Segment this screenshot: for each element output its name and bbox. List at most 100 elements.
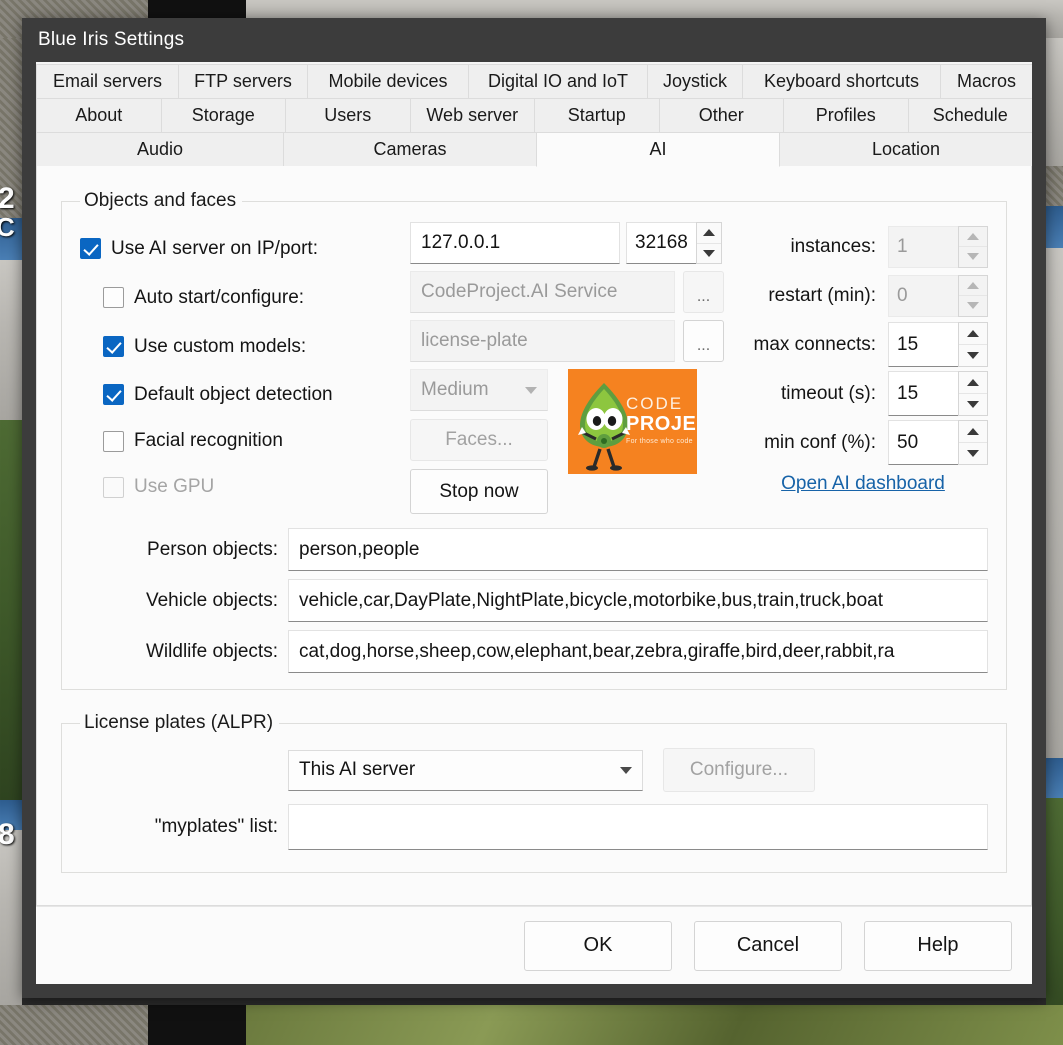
- tab-ai[interactable]: AI: [536, 132, 780, 167]
- myplates-label: "myplates" list:: [154, 816, 278, 837]
- detection-size-combo[interactable]: Medium: [410, 369, 548, 411]
- timeout-spinner[interactable]: 15: [888, 371, 988, 416]
- ai-server-port-input[interactable]: 32168: [626, 222, 696, 264]
- facial-recognition-checkbox[interactable]: [103, 430, 124, 452]
- min-conf-spin-down-button[interactable]: [959, 442, 987, 464]
- facial-recognition-label: Facial recognition: [134, 430, 283, 451]
- open-ai-dashboard-link[interactable]: Open AI dashboard: [781, 473, 945, 495]
- timeout-spin-down-button[interactable]: [959, 393, 987, 415]
- tab-about[interactable]: About: [36, 98, 162, 133]
- custom-models-browse-button[interactable]: ...: [683, 320, 724, 362]
- timeout-input[interactable]: 15: [888, 371, 958, 416]
- default-object-detection-row[interactable]: Default object detection: [80, 371, 410, 418]
- tab-joystick[interactable]: Joystick: [647, 64, 743, 99]
- tab-label: Web server: [426, 105, 519, 125]
- cancel-button[interactable]: Cancel: [694, 920, 842, 971]
- tab-macros[interactable]: Macros: [940, 64, 1032, 99]
- camera-label: 8: [0, 818, 15, 851]
- min-conf-input[interactable]: 50: [888, 420, 958, 465]
- camera-feed-tile: [148, 1005, 246, 1045]
- tab-mobile-devices[interactable]: Mobile devices: [307, 64, 469, 99]
- tab-location[interactable]: Location: [779, 132, 1032, 167]
- max-connects-spinner[interactable]: 15: [888, 322, 988, 367]
- auto-start-row[interactable]: Auto start/configure:: [80, 273, 410, 322]
- stop-now-button[interactable]: Stop now: [410, 469, 548, 514]
- tab-strip: Email servers FTP servers Mobile devices…: [36, 62, 1032, 167]
- camera-feed-tile: [246, 1005, 1063, 1045]
- tab-digital-io-and-iot[interactable]: Digital IO and IoT: [468, 64, 648, 99]
- wildlife-objects-input[interactable]: cat,dog,horse,sheep,cow,elephant,bear,ze…: [288, 630, 988, 673]
- dialog-title: Blue Iris Settings: [38, 29, 185, 50]
- caret-down-icon: [967, 450, 979, 457]
- tab-profiles[interactable]: Profiles: [783, 98, 909, 133]
- tab-email-servers[interactable]: Email servers: [36, 64, 179, 99]
- default-object-detection-checkbox[interactable]: [103, 384, 124, 405]
- tab-label: Keyboard shortcuts: [763, 71, 920, 91]
- ok-button[interactable]: OK: [524, 920, 672, 971]
- max-connects-spinner-arrows[interactable]: [958, 322, 988, 367]
- port-spin-up-button[interactable]: [696, 223, 721, 243]
- restart-spin-down-button: [959, 295, 987, 316]
- restart-input: 0: [888, 274, 958, 317]
- facial-recognition-row[interactable]: Facial recognition: [80, 418, 410, 464]
- use-gpu-row: Use GPU: [80, 464, 410, 510]
- tab-label: Digital IO and IoT: [487, 71, 629, 91]
- max-connects-spin-up-button[interactable]: [959, 323, 987, 344]
- tab-users[interactable]: Users: [285, 98, 411, 133]
- alpr-configure-button: Configure...: [663, 748, 815, 792]
- logo-code-text: CODE: [626, 394, 684, 413]
- camera-feed-tile: [0, 830, 22, 1005]
- timeout-spinner-arrows[interactable]: [958, 371, 988, 416]
- codeproject-ai-logo: CODE PROJECT For those who code: [568, 369, 697, 474]
- myplates-input[interactable]: [288, 804, 988, 850]
- tab-keyboard-shortcuts[interactable]: Keyboard shortcuts: [742, 64, 941, 99]
- tab-label: Audio: [136, 139, 184, 159]
- camera-feed-tile: [1046, 38, 1063, 166]
- tab-row-2: About Storage Users Web server Startup O…: [36, 98, 1032, 133]
- tab-audio[interactable]: Audio: [36, 132, 284, 167]
- caret-up-icon: [967, 232, 979, 240]
- tab-storage[interactable]: Storage: [160, 98, 286, 133]
- custom-models-input[interactable]: license-plate: [410, 320, 675, 362]
- tab-ftp-servers[interactable]: FTP servers: [178, 64, 308, 99]
- max-connects-input[interactable]: 15: [888, 322, 958, 367]
- restart-spin-up-button: [959, 275, 987, 295]
- timeout-label: timeout (s):: [780, 382, 876, 404]
- tab-other[interactable]: Other: [658, 98, 784, 133]
- caret-down-icon: [967, 302, 979, 310]
- dialog-title-bar[interactable]: Blue Iris Settings: [22, 18, 1046, 62]
- tab-startup[interactable]: Startup: [534, 98, 660, 133]
- settings-dialog: Blue Iris Settings Email servers FTP ser…: [22, 18, 1046, 998]
- timeout-spin-up-button[interactable]: [959, 372, 987, 393]
- ai-server-ip-input[interactable]: 127.0.0.1: [410, 222, 620, 264]
- min-conf-spin-up-button[interactable]: [959, 421, 987, 442]
- person-objects-input[interactable]: person,people: [288, 528, 988, 571]
- help-button[interactable]: Help: [864, 920, 1012, 971]
- caret-up-icon: [967, 330, 979, 337]
- tab-schedule[interactable]: Schedule: [907, 98, 1032, 133]
- camera-feed-tile: [1046, 166, 1063, 206]
- port-spinner-arrows[interactable]: [695, 222, 722, 264]
- instances-input: 1: [888, 225, 958, 268]
- ai-server-port-spinner[interactable]: 32168: [626, 222, 722, 264]
- auto-start-checkbox[interactable]: [103, 287, 124, 308]
- ai-service-name-input: CodeProject.AI Service: [410, 271, 675, 313]
- use-ai-server-row[interactable]: Use AI server on IP/port:: [80, 224, 410, 273]
- license-plates-group: License plates (ALPR) This AI server Con…: [61, 712, 1007, 873]
- max-connects-spin-down-button[interactable]: [959, 344, 987, 366]
- vehicle-objects-input[interactable]: vehicle,car,DayPlate,NightPlate,bicycle,…: [288, 579, 988, 622]
- logo-project-text: PROJECT: [626, 413, 697, 435]
- tab-cameras[interactable]: Cameras: [283, 132, 537, 167]
- tab-label: Macros: [956, 71, 1016, 91]
- use-custom-models-label: Use custom models:: [134, 335, 307, 357]
- min-conf-label: min conf (%):: [764, 431, 876, 453]
- use-custom-models-row[interactable]: Use custom models:: [80, 322, 410, 371]
- use-custom-models-checkbox[interactable]: [103, 336, 124, 357]
- min-conf-spinner[interactable]: 50: [888, 420, 988, 465]
- faces-button: Faces...: [410, 419, 548, 461]
- use-ai-server-checkbox[interactable]: [80, 238, 101, 259]
- tab-web-server[interactable]: Web server: [409, 98, 535, 133]
- min-conf-spinner-arrows[interactable]: [958, 420, 988, 465]
- port-spin-down-button[interactable]: [696, 242, 721, 263]
- alpr-provider-combo[interactable]: This AI server: [288, 749, 643, 791]
